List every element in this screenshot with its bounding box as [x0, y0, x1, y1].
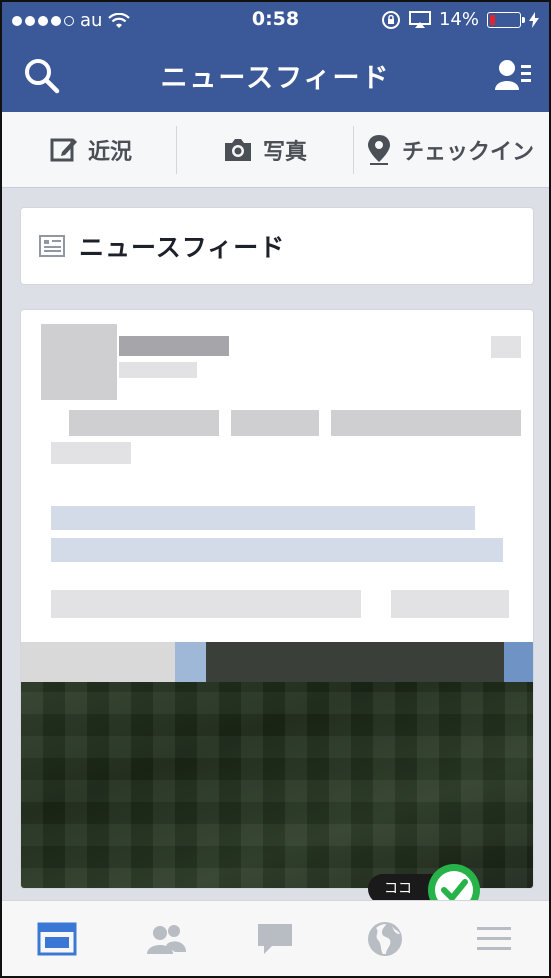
messages-tab-icon: [258, 923, 293, 954]
photo-button[interactable]: 写真: [223, 134, 307, 166]
news-feed-section-header: ニュースフィード: [20, 207, 534, 285]
airplay-icon: [408, 10, 431, 28]
friends-tab-icon: [147, 924, 187, 954]
post-text-line: [51, 442, 131, 464]
feed-post[interactable]: [20, 309, 534, 889]
status-bar: au 0:58 14%: [2, 2, 549, 38]
status-update-label: 近況: [88, 139, 133, 165]
friend-requests-button[interactable]: [493, 56, 533, 96]
post-text-line: [69, 410, 219, 436]
post-timestamp: [119, 362, 197, 378]
tab-friends[interactable]: [136, 909, 196, 969]
annotation-text: ココ: [384, 881, 412, 897]
battery-percent: 14%: [438, 9, 479, 30]
tab-menu[interactable]: [464, 909, 524, 969]
post-text-line: [51, 590, 361, 618]
charging-bolt-icon: [529, 11, 539, 28]
tab-bar: [2, 900, 549, 976]
divider: [353, 125, 355, 174]
post-author-name[interactable]: [119, 336, 229, 356]
checkin-button[interactable]: チェックイン: [366, 134, 534, 166]
post-text-line: [331, 410, 521, 436]
section-title: ニュースフィード: [79, 233, 286, 262]
notifications-globe-icon: [367, 921, 402, 956]
status-update-button[interactable]: 近況: [50, 134, 132, 166]
post-link-line[interactable]: [51, 538, 503, 562]
status-right: 14%: [381, 9, 539, 30]
tab-notifications[interactable]: [355, 909, 415, 969]
tab-messages[interactable]: [245, 909, 305, 969]
post-author-avatar[interactable]: [41, 324, 117, 400]
camera-icon: [225, 138, 252, 161]
post-text-line: [391, 590, 509, 618]
friend-requests-icon: [495, 60, 531, 90]
navigation-bar: ニュースフィード: [2, 38, 549, 112]
phone-screen: au 0:58 14% ニュースフィード 近況 写真 チェックイン ニュースフィ…: [0, 0, 551, 978]
tab-news-feed[interactable]: [27, 909, 87, 969]
post-link-line[interactable]: [51, 506, 475, 530]
post-photo[interactable]: [21, 642, 533, 888]
photo-label: 写真: [263, 139, 308, 165]
composer-bar: 近況 写真 チェックイン: [2, 112, 549, 188]
checkin-label: チェックイン: [402, 139, 535, 165]
post-text-line: [231, 410, 319, 436]
photo-caption-strip: [21, 642, 533, 682]
page-title: ニュースフィード: [160, 63, 391, 94]
divider: [176, 125, 178, 174]
edit-status-icon: [50, 138, 77, 161]
battery-icon: [487, 11, 525, 28]
news-feed-tab-icon: [37, 922, 77, 955]
location-pin-icon: [368, 134, 391, 165]
rotation-lock-icon: [381, 10, 400, 29]
menu-icon: [477, 926, 512, 950]
post-options-button[interactable]: [491, 336, 521, 358]
news-feed-icon: [39, 235, 65, 257]
